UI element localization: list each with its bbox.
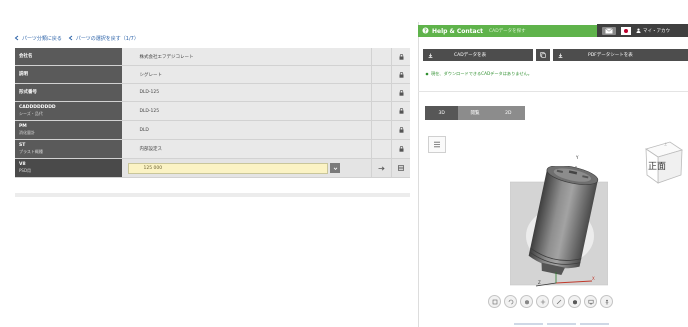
viewer-toolbar — [488, 295, 613, 308]
lock-icon — [391, 84, 410, 101]
parameter-table: 会社名 株式会社エフデジコレート 説明 シグレート 形式番号 DLD-125 C… — [15, 48, 410, 178]
param-name: CADDDDDDDD シーズ・品代 — [15, 102, 123, 120]
lock-icon — [391, 121, 410, 139]
breadcrumb-back-selection[interactable]: パーツの選択を戻す（1/7） — [68, 35, 139, 42]
param-value: シグレート — [122, 66, 372, 83]
table-row-editable: V8 PSD用 125 000 — [15, 159, 410, 178]
param-subname: PSD用 — [19, 168, 32, 173]
chevron-down-icon — [333, 167, 338, 170]
cube-view-icon[interactable] — [520, 295, 533, 308]
arrow-right-icon[interactable] — [371, 159, 392, 177]
header-right: マイ・アカウ — [597, 24, 688, 37]
lock-icon — [391, 102, 410, 120]
user-icon — [636, 28, 641, 33]
menu-button[interactable] — [428, 136, 446, 153]
rotate-icon[interactable] — [504, 295, 517, 308]
param-name: ST プラスト概種 — [15, 140, 123, 158]
tab-2d[interactable]: 2D — [492, 106, 525, 120]
divider — [418, 91, 688, 92]
cad-notice: 現在、ダウンロードできるCADデータはありません。 — [425, 71, 532, 77]
copy-button[interactable] — [536, 49, 550, 61]
question-icon: ? — [422, 27, 429, 36]
view-cube[interactable]: 上 正面 — [636, 135, 688, 189]
table-row: 会社名 株式会社エフデジコレート — [15, 48, 410, 66]
copy-icon — [540, 52, 546, 58]
breadcrumb-label: パーツの選択を戻す（1/7） — [75, 35, 139, 42]
table-footer — [15, 193, 410, 197]
japan-flag-icon[interactable] — [621, 26, 631, 35]
fit-icon[interactable] — [488, 295, 501, 308]
model-3d-view[interactable]: Y Z X — [509, 155, 609, 289]
param-value: DLD-125 — [122, 102, 372, 120]
download-icon — [558, 53, 563, 58]
axis-z-label: Z — [538, 280, 541, 285]
tab-view[interactable]: 閲覧 — [458, 106, 491, 120]
table-row: 形式番号 DLD-125 — [15, 84, 410, 102]
model-cylinder — [509, 165, 609, 287]
param-name: V8 PSD用 — [15, 159, 123, 177]
screen-icon[interactable] — [584, 295, 597, 308]
person-icon[interactable] — [600, 295, 613, 308]
viewer-footer — [514, 323, 609, 326]
table-row: ST プラスト概種 内部設定ス — [15, 140, 410, 159]
param-value: DLD — [122, 121, 372, 139]
view-cube-label: 正面 — [648, 162, 667, 172]
param-subname: プラスト概種 — [19, 149, 43, 154]
download-icon — [428, 53, 433, 58]
cad-button-row: CADデータを表 PDFデータシートを表 — [423, 49, 688, 61]
cad-data-button[interactable]: CADデータを表 — [423, 49, 533, 61]
my-account-link[interactable]: マイ・アカウ — [636, 28, 670, 34]
shade-icon[interactable] — [568, 295, 581, 308]
lock-icon — [391, 140, 410, 158]
param-value: 株式会社エフデジコレート — [122, 48, 372, 65]
param-subname: シーズ・品代 — [19, 111, 43, 116]
viewer-tabs: 3D 閲覧 2D — [425, 106, 525, 120]
grid-icon[interactable] — [391, 159, 410, 177]
measure-icon[interactable] — [552, 295, 565, 308]
dropdown-button[interactable] — [330, 163, 341, 173]
svg-text:上: 上 — [664, 141, 667, 146]
mail-icon[interactable] — [602, 26, 616, 35]
param-subname: 消化量計 — [19, 130, 35, 135]
back-arrow-icon — [68, 35, 74, 41]
breadcrumb: パーツ分類に戻る パーツの選択を戻す（1/7） — [14, 33, 139, 43]
pan-icon[interactable] — [536, 295, 549, 308]
param-name: 説明 — [15, 66, 123, 83]
param-name: PM 消化量計 — [15, 121, 123, 139]
param-value: DLD-125 — [122, 84, 372, 101]
list-icon — [434, 141, 440, 148]
param-name: 形式番号 — [15, 84, 123, 101]
help-title: Help & Contact — [432, 27, 483, 35]
param-name: 会社名 — [15, 48, 123, 65]
lock-icon — [391, 48, 410, 65]
tab-3d[interactable]: 3D — [425, 106, 459, 120]
bullet-icon — [425, 72, 429, 76]
pdf-datasheet-button[interactable]: PDFデータシートを表 — [553, 49, 688, 61]
axis-y-label: Y — [576, 155, 579, 160]
table-row: PM 消化量計 DLD — [15, 121, 410, 140]
param-value-input[interactable]: 125 000 — [128, 162, 329, 174]
svg-text:?: ? — [424, 28, 427, 34]
axis-x-label: X — [592, 276, 595, 281]
back-arrow-icon — [14, 35, 20, 41]
breadcrumb-back-category[interactable]: パーツ分類に戻る — [14, 35, 62, 42]
lock-icon — [391, 66, 410, 83]
param-value: 内部設定ス — [122, 140, 372, 158]
help-contact-bar[interactable]: ? Help & Contact CADデータを探す — [418, 25, 597, 37]
table-row: 説明 シグレート — [15, 66, 410, 84]
breadcrumb-label: パーツ分類に戻る — [22, 35, 62, 42]
table-row: CADDDDDDDD シーズ・品代 DLD-125 — [15, 102, 410, 121]
help-subtitle: CADデータを探す — [489, 29, 526, 34]
